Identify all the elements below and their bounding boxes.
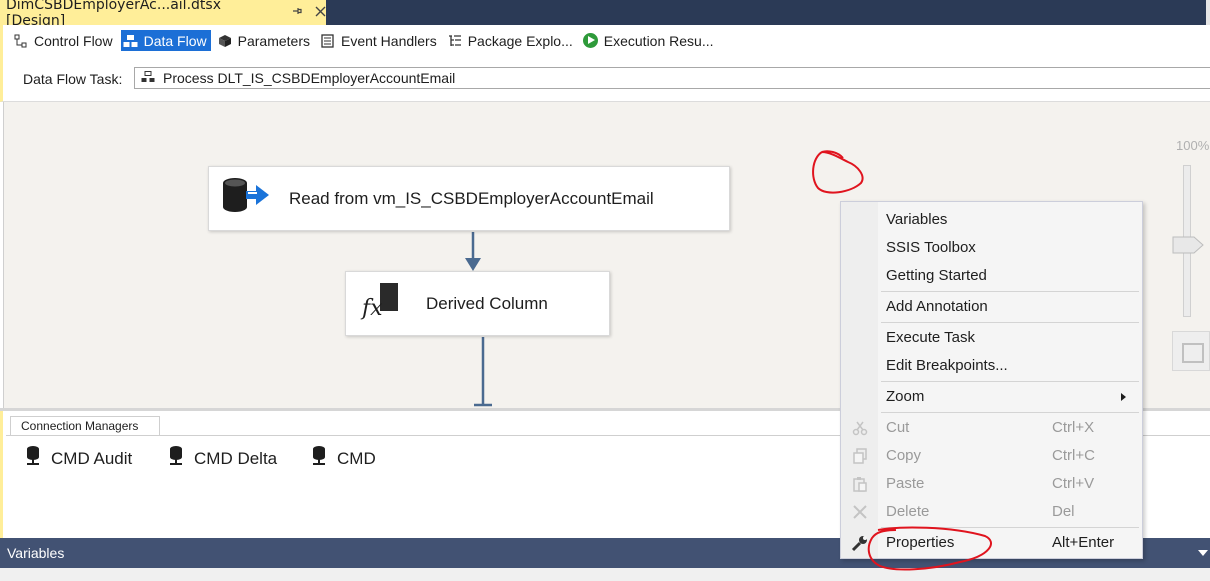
menu-item-label: Cut bbox=[886, 419, 910, 436]
menu-separator bbox=[881, 291, 1139, 292]
data-flow-icon bbox=[123, 33, 139, 49]
svg-text:fx: fx bbox=[360, 296, 383, 321]
tab-event-handlers[interactable]: Event Handlers bbox=[318, 30, 441, 51]
document-tab-strip: DimCSBDEmployerAc...ail.dtsx [Design] bbox=[0, 0, 1210, 29]
dropdown-arrow-icon[interactable] bbox=[1198, 550, 1208, 556]
data-flow-task-value: Process DLT_IS_CSBDEmployerAccountEmail bbox=[163, 70, 456, 86]
menu-item-label: Edit Breakpoints... bbox=[886, 357, 1008, 374]
component-label: Derived Column bbox=[426, 293, 548, 313]
menu-item-add-annotation[interactable]: Add Annotation bbox=[841, 294, 1142, 320]
menu-item-shortcut: Del bbox=[1052, 503, 1075, 520]
event-handlers-icon bbox=[320, 33, 336, 49]
menu-item-label: SSIS Toolbox bbox=[886, 239, 976, 256]
tab-execution-results[interactable]: Execution Resu... bbox=[581, 30, 718, 51]
tab-package-explorer[interactable]: Package Explo... bbox=[445, 30, 577, 51]
data-flow-task-label: Data Flow Task: bbox=[23, 71, 123, 87]
menu-item-label: Variables bbox=[886, 211, 948, 228]
ole-db-source-icon bbox=[221, 176, 271, 221]
menu-item-label: Delete bbox=[886, 503, 930, 520]
ole-db-source-component[interactable]: Read from vm_IS_CSBDEmployerAccountEmail bbox=[208, 166, 730, 231]
pin-icon[interactable] bbox=[291, 5, 303, 20]
tab-label: Control Flow bbox=[34, 32, 113, 49]
zoom-slider-thumb[interactable] bbox=[1172, 236, 1204, 254]
connection-manager-icon bbox=[311, 445, 327, 472]
menu-separator bbox=[881, 527, 1139, 528]
connection-manager-item[interactable]: CMD bbox=[311, 445, 376, 472]
menu-separator bbox=[881, 322, 1139, 323]
execution-results-icon bbox=[583, 33, 599, 49]
connection-manager-label: CMD Audit bbox=[51, 448, 133, 468]
menu-item-label: Properties bbox=[886, 534, 955, 551]
data-flow-task-icon bbox=[141, 70, 155, 86]
menu-separator bbox=[881, 381, 1139, 382]
variables-toolbar bbox=[0, 568, 1210, 581]
data-flow-task-row: Data Flow Task: Process DLT_IS_CSBDEmplo… bbox=[0, 56, 1210, 102]
menu-item-label: Paste bbox=[886, 475, 925, 492]
tab-data-flow[interactable]: Data Flow bbox=[120, 30, 211, 51]
menu-item-shortcut: Alt+Enter bbox=[1052, 534, 1115, 551]
menu-item-delete[interactable]: Delete Del bbox=[841, 499, 1142, 525]
connection-manager-item[interactable]: CMD Audit bbox=[25, 445, 132, 472]
menu-item-shortcut: Ctrl+C bbox=[1052, 447, 1095, 464]
zoom-to-fit-button[interactable] bbox=[1172, 331, 1210, 371]
connection-manager-label: CMD bbox=[337, 448, 376, 468]
paste-icon bbox=[851, 475, 869, 493]
menu-item-variables[interactable]: Variables bbox=[841, 207, 1142, 233]
document-tab[interactable]: DimCSBDEmployerAc...ail.dtsx [Design] bbox=[0, 0, 326, 29]
tab-label: Execution Resu... bbox=[603, 32, 714, 49]
copy-icon bbox=[851, 447, 869, 465]
menu-item-copy[interactable]: Copy Ctrl+C bbox=[841, 443, 1142, 469]
menu-item-label: Execute Task bbox=[886, 329, 975, 346]
menu-item-shortcut: Ctrl+V bbox=[1052, 475, 1095, 492]
menu-item-execute-task[interactable]: Execute Task bbox=[841, 325, 1142, 351]
menu-item-label: Copy bbox=[886, 447, 922, 464]
tab-label: Parameters bbox=[237, 32, 310, 49]
menu-separator bbox=[881, 412, 1139, 413]
menu-item-label: Zoom bbox=[886, 388, 925, 405]
menu-item-cut[interactable]: Cut Ctrl+X bbox=[841, 415, 1142, 441]
menu-item-ssis-toolbox[interactable]: SSIS Toolbox bbox=[841, 235, 1142, 261]
menu-item-zoom[interactable]: Zoom bbox=[841, 384, 1142, 410]
context-menu: Variables SSIS Toolbox Getting Started A… bbox=[840, 201, 1143, 559]
parameters-icon bbox=[217, 33, 233, 49]
tab-label: Package Explo... bbox=[467, 32, 573, 49]
menu-item-label: Add Annotation bbox=[886, 298, 988, 315]
package-explorer-icon bbox=[447, 33, 463, 49]
menu-item-label: Getting Started bbox=[886, 267, 987, 284]
cut-icon bbox=[851, 419, 869, 437]
tab-label: Event Handlers bbox=[340, 32, 437, 49]
menu-item-getting-started[interactable]: Getting Started bbox=[841, 263, 1142, 289]
tab-strip-edge bbox=[1206, 0, 1210, 25]
delete-icon bbox=[851, 503, 869, 521]
close-icon[interactable] bbox=[315, 5, 326, 21]
connection-manager-label: CMD Delta bbox=[194, 448, 278, 468]
menu-item-properties[interactable]: Properties Alt+Enter bbox=[841, 530, 1142, 556]
variables-panel-title: Variables bbox=[7, 545, 65, 561]
data-flow-task-dropdown[interactable]: Process DLT_IS_CSBDEmployerAccountEmail bbox=[134, 67, 1210, 89]
connection-manager-icon bbox=[25, 445, 41, 472]
tab-control-flow[interactable]: Control Flow bbox=[11, 30, 117, 51]
connection-managers-tab[interactable]: Connection Managers bbox=[10, 416, 160, 435]
menu-item-shortcut: Ctrl+X bbox=[1052, 419, 1095, 436]
connection-manager-item[interactable]: CMD Delta bbox=[168, 445, 277, 472]
derived-column-icon: fx bbox=[358, 281, 402, 326]
tab-parameters[interactable]: Parameters bbox=[215, 30, 314, 51]
submenu-arrow-icon bbox=[1121, 393, 1126, 401]
component-label: Read from vm_IS_CSBDEmployerAccountEmail bbox=[289, 188, 654, 208]
menu-item-edit-breakpoints[interactable]: Edit Breakpoints... bbox=[841, 353, 1142, 379]
control-flow-icon bbox=[13, 33, 29, 49]
connection-manager-icon bbox=[168, 445, 184, 472]
derived-column-component[interactable]: fx Derived Column bbox=[345, 271, 610, 336]
designer-tab-bar: Control Flow Data Flow Parameters Event … bbox=[0, 25, 1210, 56]
zoom-level: 100% bbox=[1176, 138, 1210, 153]
menu-item-paste[interactable]: Paste Ctrl+V bbox=[841, 471, 1142, 497]
tab-label: Data Flow bbox=[143, 32, 207, 49]
wrench-icon bbox=[851, 534, 869, 552]
